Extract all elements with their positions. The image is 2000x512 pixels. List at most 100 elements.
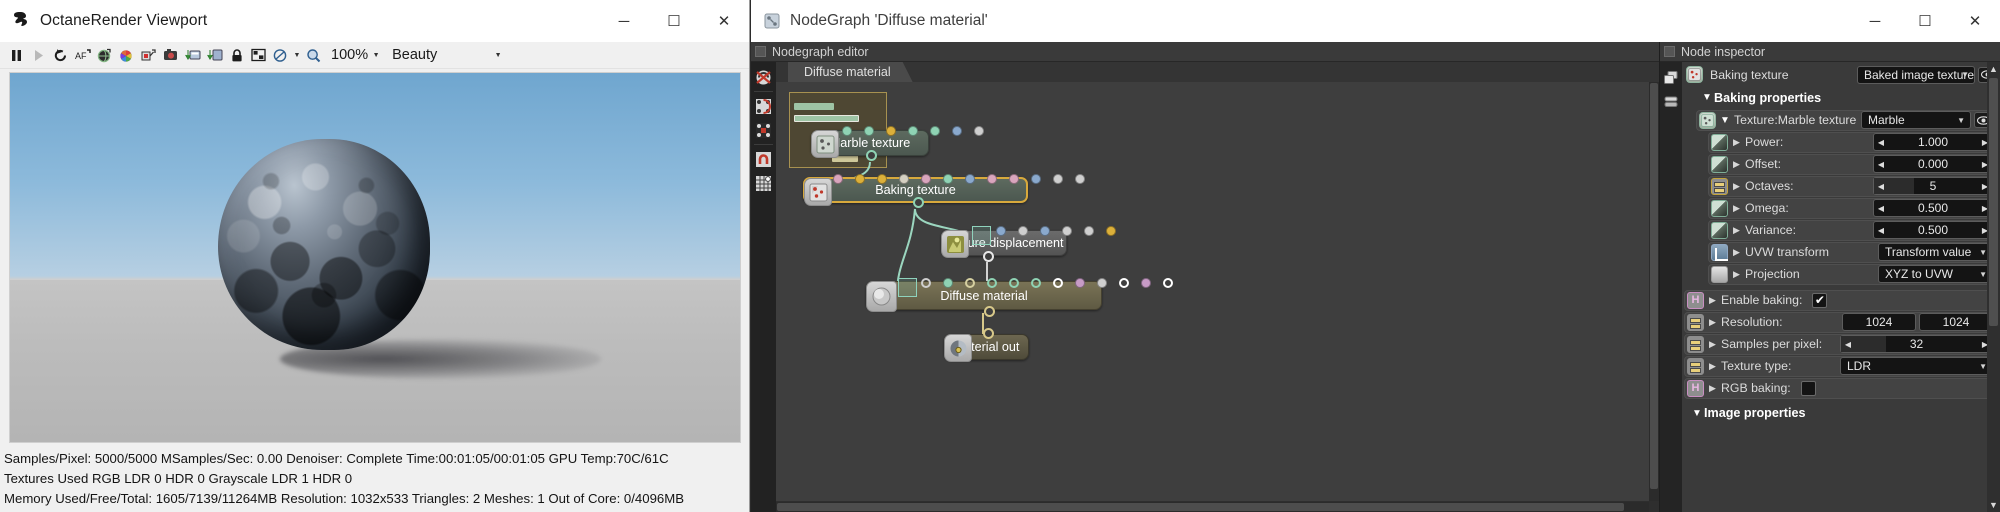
node-baking-texture-pins[interactable] bbox=[833, 174, 1097, 184]
viewport-minimize-button[interactable]: ─ bbox=[599, 0, 649, 42]
variance-param[interactable]: ▶ Variance: ◀ 0.500 ▶ bbox=[1708, 219, 1997, 241]
input-pin[interactable] bbox=[908, 126, 918, 136]
power-param[interactable]: ▶ Power: ◀ 1.000 ▶ bbox=[1708, 131, 1997, 153]
input-pin[interactable] bbox=[1031, 174, 1041, 184]
pick-material-icon[interactable] bbox=[138, 45, 159, 66]
render-canvas[interactable] bbox=[9, 72, 741, 443]
input-pin[interactable] bbox=[974, 126, 984, 136]
viewport-close-button[interactable]: ✕ bbox=[699, 0, 749, 42]
expand-icon[interactable]: ▶ bbox=[1730, 203, 1743, 214]
input-pin[interactable] bbox=[1163, 278, 1173, 288]
omega-param[interactable]: ▶ Omega: ◀ 0.500 ▶ bbox=[1708, 197, 1997, 219]
nodegraph-canvas[interactable]: Marble texture Baking texture Texture di… bbox=[776, 82, 1649, 501]
input-pin[interactable] bbox=[1053, 278, 1063, 288]
output-pin[interactable] bbox=[913, 197, 924, 208]
inspector-content[interactable]: Baking texture Baked image texture ▼ ▼ B… bbox=[1682, 62, 2000, 512]
expand-icon[interactable]: ▶ bbox=[1730, 269, 1743, 280]
uvw-transform-param[interactable]: ▶ UVW transform Transform value ▼ bbox=[1708, 241, 1997, 263]
texture-expand-icon[interactable]: ▼ bbox=[1718, 115, 1732, 126]
offset-param[interactable]: ▶ Offset: ◀ 0.000 ▶ bbox=[1708, 153, 1997, 175]
input-pin[interactable] bbox=[965, 278, 975, 288]
input-pin[interactable] bbox=[1062, 226, 1072, 236]
nodegraph-vertical-scrollbar[interactable] bbox=[1649, 82, 1659, 501]
expand-icon[interactable]: ▶ bbox=[1730, 159, 1743, 170]
power-spinner[interactable]: ◀ 1.000 ▶ bbox=[1873, 133, 1993, 151]
node-diffuse-material-pins[interactable] bbox=[921, 278, 1185, 288]
node-marble-texture-pins[interactable] bbox=[842, 126, 996, 136]
input-pin[interactable] bbox=[877, 174, 887, 184]
panel-collapse-icon[interactable] bbox=[1664, 46, 1675, 57]
zoom-dropdown-caret[interactable]: ▼ bbox=[371, 52, 381, 59]
input-pin[interactable] bbox=[987, 278, 997, 288]
scrollbar-thumb[interactable] bbox=[777, 503, 1624, 511]
decrement-icon[interactable]: ◀ bbox=[1874, 160, 1888, 169]
section-expand-icon[interactable]: ▼ bbox=[1690, 408, 1704, 419]
zoom-level-value[interactable]: 100% bbox=[331, 47, 368, 63]
resolution-x-field[interactable]: 1024 bbox=[1842, 313, 1916, 331]
panel-collapse-icon[interactable] bbox=[755, 46, 766, 57]
tab-diffuse-material[interactable]: Diffuse material bbox=[788, 62, 913, 82]
decrement-icon[interactable]: ◀ bbox=[1874, 138, 1888, 147]
input-pin[interactable] bbox=[921, 278, 931, 288]
pause-render-button[interactable] bbox=[6, 45, 27, 66]
expand-icon[interactable]: ▶ bbox=[1730, 181, 1743, 192]
stack-nodes-icon[interactable] bbox=[1660, 90, 1682, 114]
camera-region-icon[interactable] bbox=[160, 45, 181, 66]
input-pin[interactable] bbox=[1084, 226, 1094, 236]
octaves-param[interactable]: ▶ Octaves: ◀ 5 ▶ bbox=[1708, 175, 1997, 197]
play-render-button[interactable] bbox=[28, 45, 49, 66]
render-pass-value[interactable]: Beauty bbox=[392, 45, 492, 66]
image-properties-section[interactable]: ▼ Image properties bbox=[1682, 403, 2000, 425]
decrement-icon[interactable]: ◀ bbox=[1874, 204, 1888, 213]
scroll-down-icon[interactable]: ▼ bbox=[1987, 498, 2000, 512]
input-pin[interactable] bbox=[1119, 278, 1129, 288]
rgb-baking-checkbox[interactable] bbox=[1800, 380, 1816, 396]
node-baking-texture[interactable]: Baking texture bbox=[803, 174, 1085, 208]
input-pin[interactable] bbox=[996, 226, 1006, 236]
resolution-param[interactable]: ▶ Resolution: 1024 1024 bbox=[1684, 311, 1997, 333]
globe-icon[interactable] bbox=[94, 45, 115, 66]
input-pin[interactable] bbox=[899, 174, 909, 184]
expand-icon[interactable]: ▶ bbox=[1730, 225, 1743, 236]
samples-per-pixel-spinner[interactable]: ◀ 32 ▶ bbox=[1840, 335, 1993, 353]
input-pin[interactable] bbox=[1053, 174, 1063, 184]
nodegraph-close-button[interactable]: ✕ bbox=[1950, 0, 2000, 42]
input-pin[interactable] bbox=[1141, 278, 1151, 288]
expand-icon[interactable]: ▶ bbox=[1706, 383, 1719, 394]
texture-value-combo[interactable]: Marble ▼ bbox=[1861, 111, 1971, 129]
input-pin[interactable] bbox=[1097, 278, 1107, 288]
input-pin[interactable] bbox=[864, 126, 874, 136]
variance-spinner[interactable]: ◀ 0.500 ▶ bbox=[1873, 221, 1993, 239]
render-pass-dropdown-caret[interactable]: ▼ bbox=[493, 52, 503, 59]
input-pin[interactable] bbox=[1075, 174, 1085, 184]
broken-link-icon[interactable] bbox=[751, 65, 776, 89]
baking-properties-section[interactable]: ▼ Baking properties bbox=[1682, 87, 2000, 109]
grid-snap-icon[interactable] bbox=[751, 171, 776, 195]
node-material-out[interactable]: Material out bbox=[944, 328, 1029, 362]
node-texture-displacement[interactable]: Texture displacement bbox=[941, 226, 1116, 262]
input-pin[interactable] bbox=[855, 174, 865, 184]
enable-baking-checkbox[interactable]: ✔ bbox=[1812, 292, 1828, 308]
input-pin[interactable] bbox=[1009, 174, 1019, 184]
input-pin[interactable] bbox=[1040, 226, 1050, 236]
expand-icon[interactable]: ▶ bbox=[1730, 247, 1743, 258]
input-pin[interactable] bbox=[1106, 226, 1116, 236]
projection-param[interactable]: ▶ Projection XYZ to UVW ▼ bbox=[1708, 263, 1997, 285]
expand-icon[interactable]: ▶ bbox=[1706, 295, 1719, 306]
color-wheel-icon[interactable] bbox=[116, 45, 137, 66]
input-pin[interactable] bbox=[943, 174, 953, 184]
expand-icon[interactable]: ▶ bbox=[1706, 339, 1719, 350]
projection-combo[interactable]: XYZ to UVW ▼ bbox=[1878, 265, 1993, 283]
lock-icon[interactable] bbox=[226, 45, 247, 66]
decrement-icon[interactable]: ◀ bbox=[1841, 340, 1855, 349]
nodegraph-maximize-button[interactable]: ☐ bbox=[1900, 0, 1950, 42]
texture-marble-texture-row[interactable]: ▼ Texture:Marble texture Marble ▼ bbox=[1696, 109, 1997, 131]
input-pin[interactable] bbox=[965, 174, 975, 184]
input-pin[interactable] bbox=[886, 126, 896, 136]
scrollbar-thumb[interactable] bbox=[1650, 83, 1658, 490]
offset-spinner[interactable]: ◀ 0.000 ▶ bbox=[1873, 155, 1993, 173]
input-pin[interactable] bbox=[1031, 278, 1041, 288]
output-pin[interactable] bbox=[983, 251, 994, 262]
input-pin[interactable] bbox=[842, 126, 852, 136]
nodegraph-horizontal-scrollbar[interactable] bbox=[776, 502, 1649, 512]
